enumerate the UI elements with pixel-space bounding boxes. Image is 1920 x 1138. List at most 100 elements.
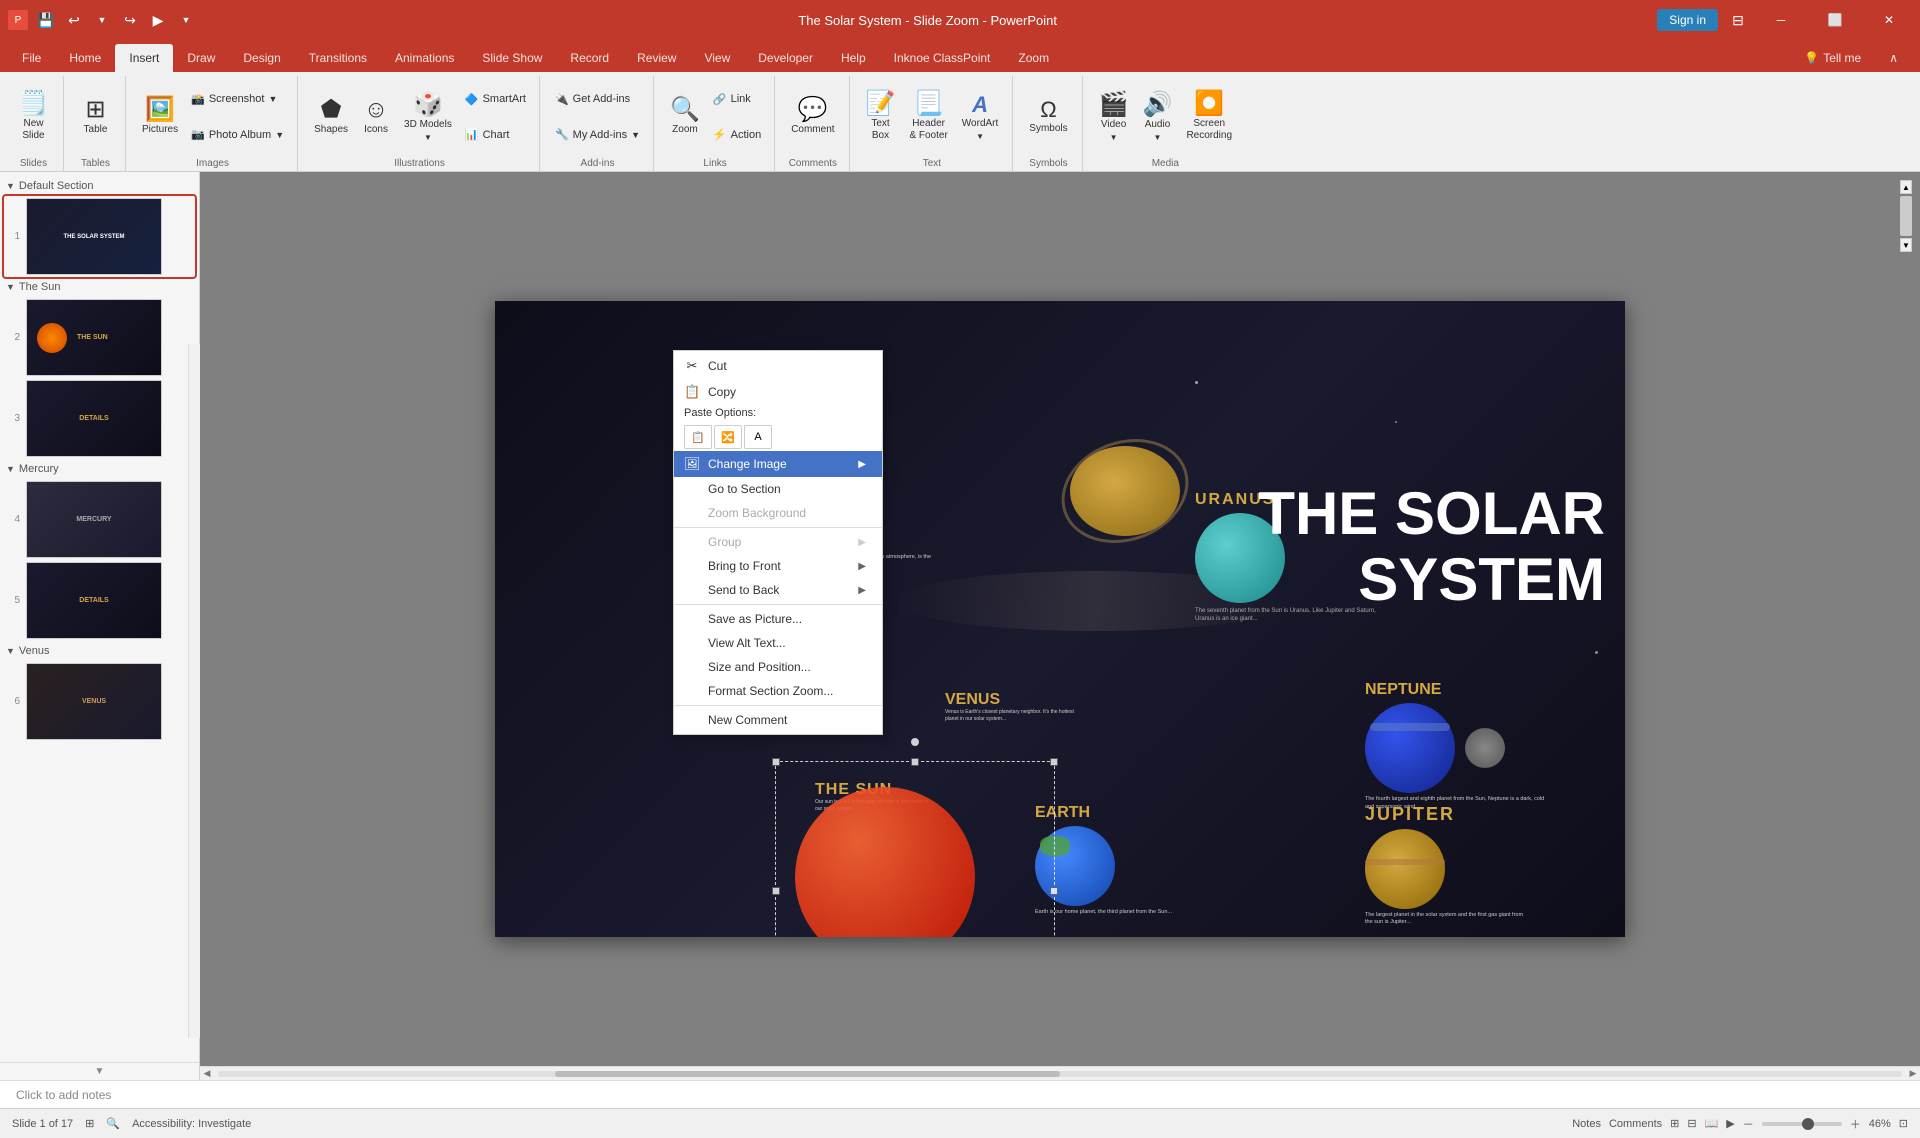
tab-view[interactable]: View bbox=[690, 44, 744, 72]
tab-file[interactable]: File bbox=[8, 44, 55, 72]
accessibility-text[interactable]: Accessibility: Investigate bbox=[132, 1118, 251, 1130]
hscroll-track[interactable] bbox=[218, 1071, 1902, 1077]
smartart-button[interactable]: 🔷 SmartArt bbox=[460, 91, 531, 108]
photo-album-button[interactable]: 📷 Photo Album ▼ bbox=[186, 126, 289, 143]
save-button[interactable]: 💾 bbox=[34, 8, 58, 32]
ctx-new-comment[interactable]: New Comment bbox=[674, 708, 882, 732]
tab-insert[interactable]: Insert bbox=[115, 44, 173, 72]
restore-button[interactable]: ⬜ bbox=[1812, 5, 1858, 35]
hscroll-left[interactable]: ◀ bbox=[200, 1067, 214, 1081]
undo-button[interactable]: ↩ bbox=[62, 8, 86, 32]
vscroll-thumb[interactable] bbox=[1900, 196, 1912, 236]
slide-thumb-1[interactable]: 1 THE SOLAR SYSTEM bbox=[4, 196, 195, 277]
action-button[interactable]: ⚡ Action bbox=[708, 126, 766, 143]
view-presenter-icon[interactable]: ▶ bbox=[1726, 1117, 1734, 1130]
tab-home[interactable]: Home bbox=[55, 44, 115, 72]
ctx-send-to-back[interactable]: Send to Back ▶ bbox=[674, 578, 882, 602]
symbols-button[interactable]: Ω Symbols bbox=[1023, 82, 1073, 152]
view-slide-sorter-icon[interactable]: ⊟ bbox=[1687, 1117, 1696, 1130]
customize-button[interactable]: ▼ bbox=[174, 8, 198, 32]
handle-tl[interactable] bbox=[772, 758, 780, 766]
zoom-slider[interactable] bbox=[1762, 1122, 1842, 1126]
screenshot-button[interactable]: 📸 Screenshot ▼ bbox=[186, 91, 289, 108]
tab-developer[interactable]: Developer bbox=[744, 44, 827, 72]
handle-ml[interactable] bbox=[772, 887, 780, 895]
ctx-format-section[interactable]: Format Section Zoom... bbox=[674, 679, 882, 703]
undo-dropdown[interactable]: ▼ bbox=[90, 8, 114, 32]
hscroll-thumb[interactable] bbox=[555, 1071, 1060, 1077]
icons-button[interactable]: ☺ Icons bbox=[356, 82, 396, 152]
table-button[interactable]: ⊞ Table bbox=[76, 82, 116, 152]
section-venus[interactable]: ▼ Venus bbox=[4, 641, 195, 661]
section-sun[interactable]: ▼ The Sun bbox=[4, 277, 195, 297]
pictures-button[interactable]: 🖼️ Pictures bbox=[136, 82, 184, 152]
notes-btn[interactable]: Notes bbox=[1572, 1118, 1601, 1130]
my-addins-button[interactable]: 🔧 My Add-ins ▼ bbox=[550, 126, 645, 143]
zoom-level[interactable]: 46% bbox=[1869, 1118, 1891, 1130]
slide-thumb-4[interactable]: 4 MERCURY bbox=[4, 479, 195, 560]
zoom-in-button[interactable]: ＋ bbox=[1850, 1116, 1861, 1132]
screen-recording-button[interactable]: ⏺️ ScreenRecording bbox=[1180, 82, 1238, 152]
video-button[interactable]: 🎬 Video ▼ bbox=[1093, 82, 1135, 152]
tell-me-button[interactable]: 💡Tell me bbox=[1790, 44, 1875, 72]
shapes-button[interactable]: ⬟ Shapes bbox=[308, 82, 354, 152]
tab-design[interactable]: Design bbox=[229, 44, 294, 72]
hscroll-right[interactable]: ▶ bbox=[1906, 1067, 1920, 1081]
handle-rotate[interactable] bbox=[911, 738, 919, 746]
redo-button[interactable]: ↪ bbox=[118, 8, 142, 32]
zoom-out-button[interactable]: － bbox=[1743, 1116, 1754, 1132]
audio-button[interactable]: 🔊 Audio ▼ bbox=[1137, 82, 1179, 152]
zoom-button[interactable]: 🔍 Zoom bbox=[664, 82, 706, 152]
ctx-copy[interactable]: 📋 Copy bbox=[674, 379, 882, 405]
close-button[interactable]: ✕ bbox=[1866, 5, 1912, 35]
tab-review[interactable]: Review bbox=[623, 44, 690, 72]
tab-animations[interactable]: Animations bbox=[381, 44, 468, 72]
handle-tc[interactable] bbox=[911, 758, 919, 766]
comment-button[interactable]: 💬 Comment bbox=[785, 82, 840, 152]
get-addins-button[interactable]: 🔌 Get Add-ins bbox=[550, 91, 645, 108]
wordart-button[interactable]: A WordArt ▼ bbox=[956, 82, 1005, 152]
tab-slideshow[interactable]: Slide Show bbox=[468, 44, 556, 72]
ctx-save-as-picture[interactable]: Save as Picture... bbox=[674, 607, 882, 631]
slide-thumb-5[interactable]: 5 DETAILS bbox=[4, 560, 195, 641]
new-slide-button[interactable]: 🗒️ NewSlide bbox=[13, 82, 55, 152]
minimize-button[interactable]: ─ bbox=[1758, 5, 1804, 35]
signin-button[interactable]: Sign in bbox=[1657, 9, 1718, 31]
panel-scrollbar[interactable] bbox=[188, 344, 200, 1038]
paste-btn-1[interactable]: 📋 bbox=[684, 425, 712, 449]
tab-draw[interactable]: Draw bbox=[173, 44, 229, 72]
slide-thumb-3[interactable]: 3 DETAILS bbox=[4, 378, 195, 459]
ctx-size-position[interactable]: Size and Position... bbox=[674, 655, 882, 679]
handle-tr[interactable] bbox=[1050, 758, 1058, 766]
ctx-view-alt-text[interactable]: View Alt Text... bbox=[674, 631, 882, 655]
vscroll-up[interactable]: ▲ bbox=[1900, 180, 1912, 194]
fit-slide-button[interactable]: ⊡ bbox=[1899, 1117, 1908, 1130]
ctx-cut[interactable]: ✂ Cut bbox=[674, 353, 882, 379]
textbox-button[interactable]: 📝 TextBox bbox=[860, 82, 902, 152]
3d-models-button[interactable]: 🎲 3D Models ▼ bbox=[398, 82, 458, 152]
panel-scroll-down-button[interactable]: ▼ bbox=[0, 1062, 199, 1080]
tab-record[interactable]: Record bbox=[556, 44, 623, 72]
collapse-ribbon-button[interactable]: ∧ bbox=[1875, 44, 1912, 72]
view-reading-icon[interactable]: 📖 bbox=[1705, 1117, 1719, 1130]
ctx-go-to-section[interactable]: Go to Section bbox=[674, 477, 882, 501]
slide-thumb-6[interactable]: 6 VENUS bbox=[4, 661, 195, 742]
chart-button[interactable]: 📊 Chart bbox=[460, 126, 531, 143]
section-default[interactable]: ▼ Default Section bbox=[4, 176, 195, 196]
present-button[interactable]: ▶ bbox=[146, 8, 170, 32]
notes-placeholder[interactable]: Click to add notes bbox=[16, 1088, 111, 1102]
zoom-thumb[interactable] bbox=[1802, 1118, 1814, 1130]
tab-transitions[interactable]: Transitions bbox=[295, 44, 381, 72]
ctx-change-image[interactable]: 🖼 Change Image ▶ bbox=[674, 451, 882, 477]
view-normal-icon[interactable]: ⊞ bbox=[1670, 1117, 1679, 1130]
tab-help[interactable]: Help bbox=[827, 44, 880, 72]
tab-inknoe[interactable]: Inknoe ClassPoint bbox=[880, 44, 1005, 72]
slide-thumb-2[interactable]: 2 THE SUN bbox=[4, 297, 195, 378]
paste-btn-3[interactable]: A bbox=[744, 425, 772, 449]
section-mercury[interactable]: ▼ Mercury bbox=[4, 459, 195, 479]
ribbon-display-button[interactable]: ⊟ bbox=[1726, 8, 1750, 32]
vscroll-down[interactable]: ▼ bbox=[1900, 238, 1912, 252]
link-button[interactable]: 🔗 Link bbox=[708, 91, 766, 108]
comments-btn[interactable]: Comments bbox=[1609, 1118, 1662, 1130]
paste-btn-2[interactable]: 🔀 bbox=[714, 425, 742, 449]
